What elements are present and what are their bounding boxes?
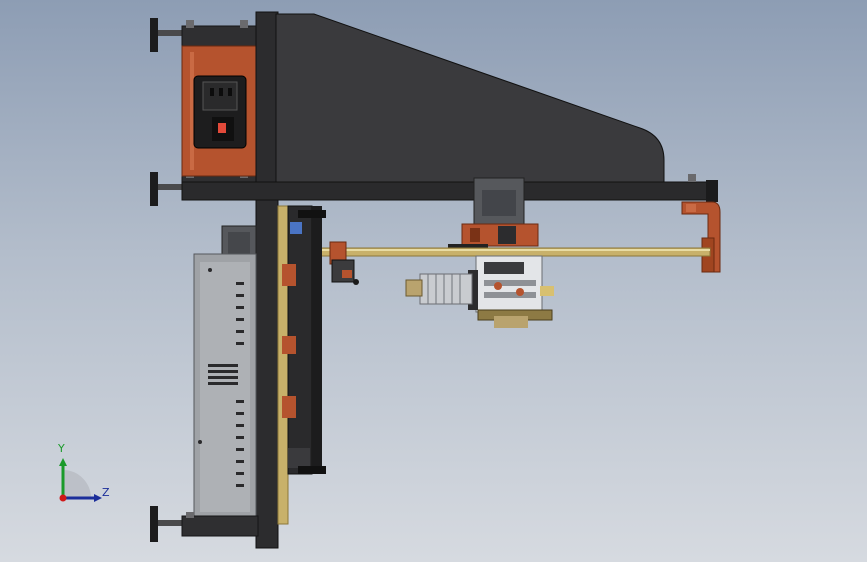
origin-point xyxy=(59,494,67,502)
z-axis-label: Z xyxy=(102,486,110,499)
power-switch-icon xyxy=(218,123,226,133)
y-axis-label: Y xyxy=(58,442,65,455)
power-supply-unit xyxy=(193,253,257,519)
power-inlet-panel xyxy=(181,45,259,177)
printer-assembly-model[interactable] xyxy=(0,0,867,562)
right-rod-bracket xyxy=(681,201,721,273)
main-side-plate xyxy=(255,11,279,549)
extruder-gear xyxy=(477,309,553,328)
left-feet xyxy=(150,18,184,542)
bottom-frame-box xyxy=(181,512,259,537)
cad-viewport[interactable]: Y Z xyxy=(0,0,867,562)
coordinate-triad: Y Z xyxy=(50,438,130,518)
z-axis-rails xyxy=(277,205,326,525)
hotend-carriage xyxy=(468,255,554,313)
heatsink-fins xyxy=(405,273,473,305)
top-cover-plate xyxy=(275,13,665,183)
